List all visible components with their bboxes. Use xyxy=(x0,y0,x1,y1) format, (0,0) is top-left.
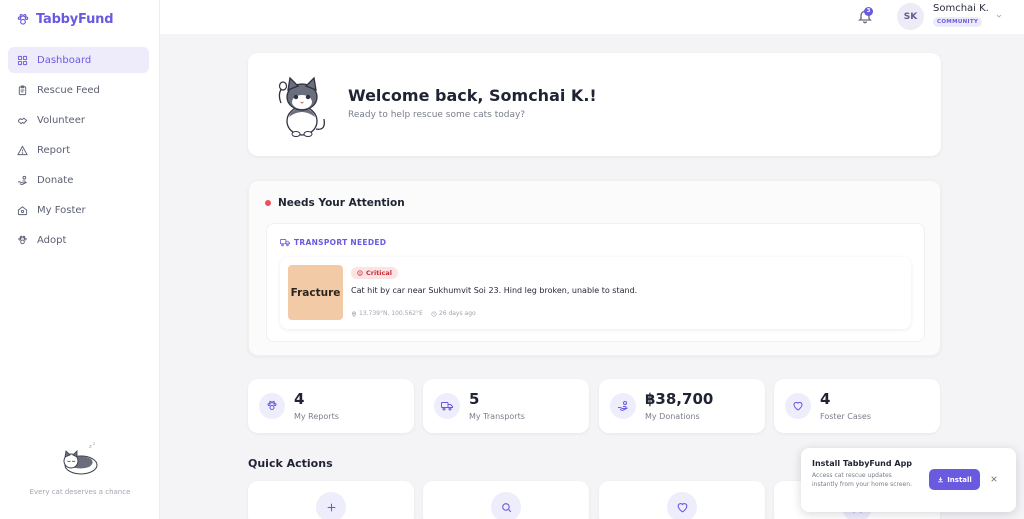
paw-icon xyxy=(18,235,27,244)
svg-text:z: z xyxy=(93,441,95,446)
sidebar-item-label: Donate xyxy=(37,174,74,186)
sidebar-item-label: My Foster xyxy=(37,204,86,216)
top-bar: 3 SK Somchai K. COMMUNITY xyxy=(160,0,1024,34)
attention-title: Needs Your Attention xyxy=(278,197,405,209)
location-text: 13.739°N, 100.562°E xyxy=(359,310,423,317)
stat-card-transports[interactable]: 5 My Transports xyxy=(423,379,589,433)
sidebar: TabbyFund Dashboard Rescue Feed Voluntee… xyxy=(0,0,160,519)
svg-text:z: z xyxy=(89,444,92,450)
plus-icon xyxy=(316,492,346,519)
sidebar-item-rescue-feed[interactable]: Rescue Feed xyxy=(8,77,149,103)
user-name[interactable]: Somchai K. xyxy=(933,3,989,14)
sidebar-item-label: Dashboard xyxy=(37,54,92,66)
stat-card-foster-cases[interactable]: 4 Foster Cases xyxy=(774,379,940,433)
needs-attention-section: Needs Your Attention TRANSPORT NEEDED Fr… xyxy=(248,180,941,356)
sidebar-tagline: Every cat deserves a chance xyxy=(29,488,131,496)
quick-action-add[interactable] xyxy=(248,481,414,519)
heart-icon xyxy=(667,492,697,519)
stat-value: 4 xyxy=(820,390,831,408)
sidebar-item-dashboard[interactable]: Dashboard xyxy=(8,47,149,73)
sidebar-item-label: Volunteer xyxy=(37,114,85,126)
stat-value: 5 xyxy=(469,390,480,408)
case-location: 13.739°N, 100.562°E xyxy=(351,310,423,317)
transport-needed-label: TRANSPORT NEEDED xyxy=(280,238,386,247)
install-button-label: Install xyxy=(947,475,972,484)
sidebar-footer: z z Every cat deserves a chance xyxy=(0,440,160,496)
waving-cat-illustration xyxy=(278,76,325,137)
case-meta: 13.739°N, 100.562°E 26 days ago xyxy=(351,310,476,317)
rescue-case-card[interactable]: Fracture Critical Cat hit by car near Su… xyxy=(280,257,911,329)
sidebar-item-volunteer[interactable]: Volunteer xyxy=(8,107,149,133)
avatar[interactable]: SK xyxy=(897,3,924,30)
paw-logo-icon xyxy=(17,13,29,25)
truck-icon xyxy=(434,393,460,419)
install-title: Install TabbyFund App xyxy=(812,459,913,468)
close-icon[interactable] xyxy=(990,475,998,483)
attention-heading: Needs Your Attention xyxy=(265,197,405,209)
sidebar-item-label: Adopt xyxy=(37,234,67,246)
paw-icon xyxy=(259,393,285,419)
stat-value: 4 xyxy=(294,390,305,408)
hand-coin-icon xyxy=(17,175,27,185)
alert-dot-icon xyxy=(265,200,271,206)
sleeping-cat-illustration: z z xyxy=(63,441,98,475)
sidebar-item-report[interactable]: Report xyxy=(8,137,149,163)
search-icon xyxy=(491,492,521,519)
install-button[interactable]: Install xyxy=(929,469,980,490)
stat-card-reports[interactable]: 4 My Reports xyxy=(248,379,414,433)
stat-value: ฿38,700 xyxy=(645,390,714,408)
case-description: Cat hit by car near Sukhumvit Soi 23. Hi… xyxy=(351,286,638,295)
clock-icon xyxy=(431,310,437,317)
quick-actions-title: Quick Actions xyxy=(248,457,333,470)
stat-label: My Transports xyxy=(469,412,525,421)
install-app-banner: Install TabbyFund App Access cat rescue … xyxy=(801,448,1016,512)
case-thumbnail: Fracture xyxy=(288,265,343,320)
truck-icon xyxy=(280,239,290,247)
stat-label: Foster Cases xyxy=(820,412,872,421)
user-role-badge: COMMUNITY xyxy=(933,17,983,27)
map-pin-icon xyxy=(351,311,357,317)
quick-action-heart[interactable] xyxy=(599,481,765,519)
sidebar-item-donate[interactable]: Donate xyxy=(8,167,149,193)
stat-card-donations[interactable]: ฿38,700 My Donations xyxy=(599,379,765,433)
handshake-icon xyxy=(17,117,28,124)
transport-needed-panel: TRANSPORT NEEDED Fracture Critical Cat h… xyxy=(266,223,925,342)
section-label-text: TRANSPORT NEEDED xyxy=(294,238,387,247)
critical-badge: Critical xyxy=(351,267,399,279)
heart-icon xyxy=(785,393,811,419)
sidebar-item-label: Report xyxy=(37,144,71,156)
welcome-card: Welcome back, Somchai K.! Ready to help … xyxy=(248,53,941,156)
grid-icon xyxy=(17,55,28,65)
alert-circle-icon xyxy=(357,270,363,276)
case-age: 26 days ago xyxy=(431,310,476,317)
download-icon xyxy=(938,477,944,483)
age-text: 26 days ago xyxy=(438,310,476,317)
notifications-button[interactable]: 3 xyxy=(857,7,873,24)
clipboard-icon xyxy=(18,84,27,95)
quick-action-search[interactable] xyxy=(423,481,589,519)
sidebar-nav: Dashboard Rescue Feed Volunteer Report D… xyxy=(8,47,149,257)
home-icon xyxy=(17,205,28,215)
hand-coin-icon xyxy=(610,393,636,419)
sidebar-item-adopt[interactable]: Adopt xyxy=(8,227,149,253)
chevron-down-icon[interactable] xyxy=(995,12,1003,20)
notification-badge: 3 xyxy=(864,7,873,16)
sidebar-item-my-foster[interactable]: My Foster xyxy=(8,197,149,223)
severity-text: Critical xyxy=(366,269,393,277)
brand[interactable]: TabbyFund xyxy=(16,12,114,27)
app-name: TabbyFund xyxy=(36,12,114,27)
warning-triangle-icon xyxy=(17,144,28,155)
welcome-subtitle: Ready to help rescue some cats today? xyxy=(348,110,526,120)
stat-label: My Donations xyxy=(645,412,700,421)
sidebar-item-label: Rescue Feed xyxy=(37,84,100,96)
welcome-title: Welcome back, Somchai K.! xyxy=(348,86,597,105)
install-description: Access cat rescue updates instantly from… xyxy=(812,472,912,488)
stat-label: My Reports xyxy=(294,412,339,421)
